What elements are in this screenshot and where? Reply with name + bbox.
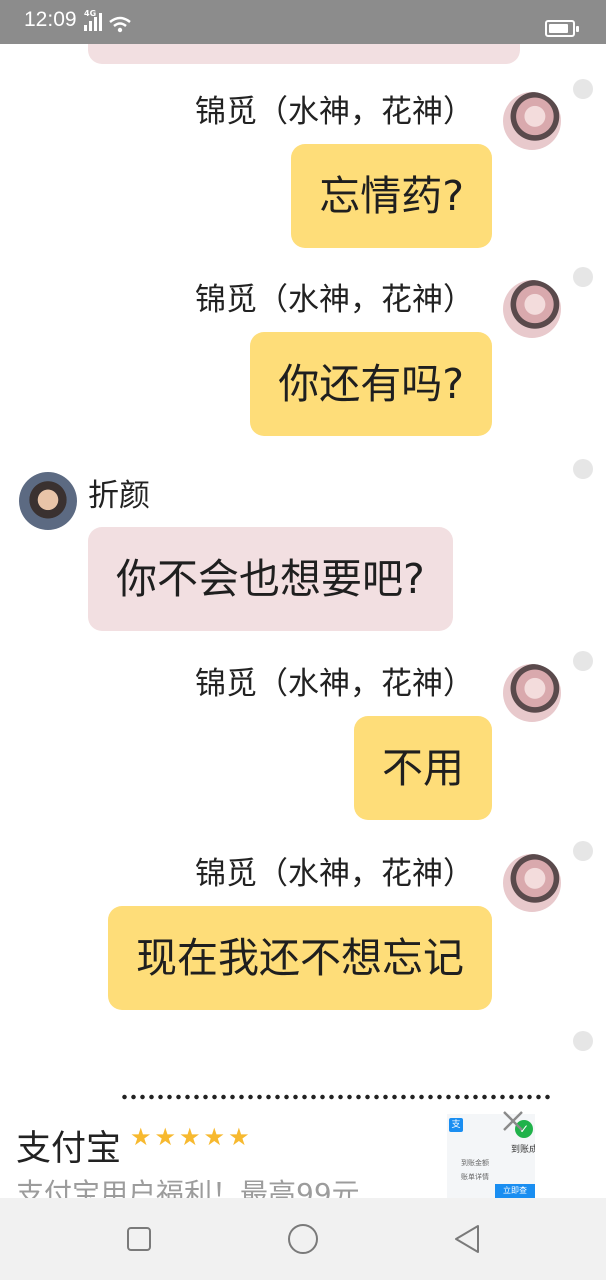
sender-avatar[interactable] xyxy=(503,92,561,150)
message-bubble[interactable]: 你还有吗? xyxy=(250,332,492,436)
select-dot[interactable] xyxy=(573,267,593,287)
home-icon[interactable] xyxy=(284,1220,322,1258)
thumb-button: 立即查 xyxy=(495,1184,535,1198)
ad-title[interactable]: 支付宝 xyxy=(16,1120,121,1171)
sender-avatar[interactable] xyxy=(503,664,561,722)
select-dot[interactable] xyxy=(573,1031,593,1051)
select-dot[interactable] xyxy=(573,79,593,99)
select-dot[interactable] xyxy=(573,651,593,671)
sender-name: 锦觅（水神，花神） xyxy=(195,94,474,130)
close-icon[interactable] xyxy=(500,1108,526,1134)
battery-icon xyxy=(545,20,579,37)
alipay-logo-icon: 支 xyxy=(449,1118,463,1132)
status-time: 12:09 xyxy=(24,8,77,31)
ad-rating-stars: ★★★★★ xyxy=(130,1123,253,1151)
ad-description[interactable]: 支付宝用户福利！最高99元... xyxy=(16,1172,436,1200)
cellular-signal-icon: 4G xyxy=(84,9,102,31)
back-icon[interactable] xyxy=(448,1220,486,1258)
wifi-icon xyxy=(109,16,131,33)
message-bubble[interactable]: 现在我还不想忘记 xyxy=(108,906,492,1010)
message-bubble[interactable]: 忘情药? xyxy=(291,144,492,248)
sender-avatar[interactable] xyxy=(19,472,77,530)
thumb-heading: 到账成 xyxy=(511,1145,535,1155)
chat-screen: 12:09 4G 锦觅（水神，花神） 忘情药? 锦觅（水神，花神） 你还有吗? … xyxy=(0,0,606,1280)
sender-name: 锦觅（水神，花神） xyxy=(195,666,474,702)
previous-message-bubble[interactable] xyxy=(88,44,520,64)
battery-level xyxy=(549,24,568,33)
status-bar: 12:09 4G xyxy=(0,0,606,44)
sender-avatar[interactable] xyxy=(503,280,561,338)
navigation-bar xyxy=(0,1198,606,1280)
message-bubble[interactable]: 不用 xyxy=(354,716,492,820)
sender-avatar[interactable] xyxy=(503,854,561,912)
thumb-line: 到账金额 xyxy=(461,1159,489,1167)
message-bubble[interactable]: 你不会也想要吧? xyxy=(88,527,453,631)
ad-divider xyxy=(120,1094,552,1100)
sender-name: 锦觅（水神，花神） xyxy=(195,856,474,892)
select-dot[interactable] xyxy=(573,459,593,479)
sender-name: 锦觅（水神，花神） xyxy=(195,282,474,318)
recent-apps-icon[interactable] xyxy=(120,1220,158,1258)
thumb-line: 账单详情 xyxy=(461,1173,489,1181)
sender-name: 折颜 xyxy=(88,478,150,514)
select-dot[interactable] xyxy=(573,841,593,861)
